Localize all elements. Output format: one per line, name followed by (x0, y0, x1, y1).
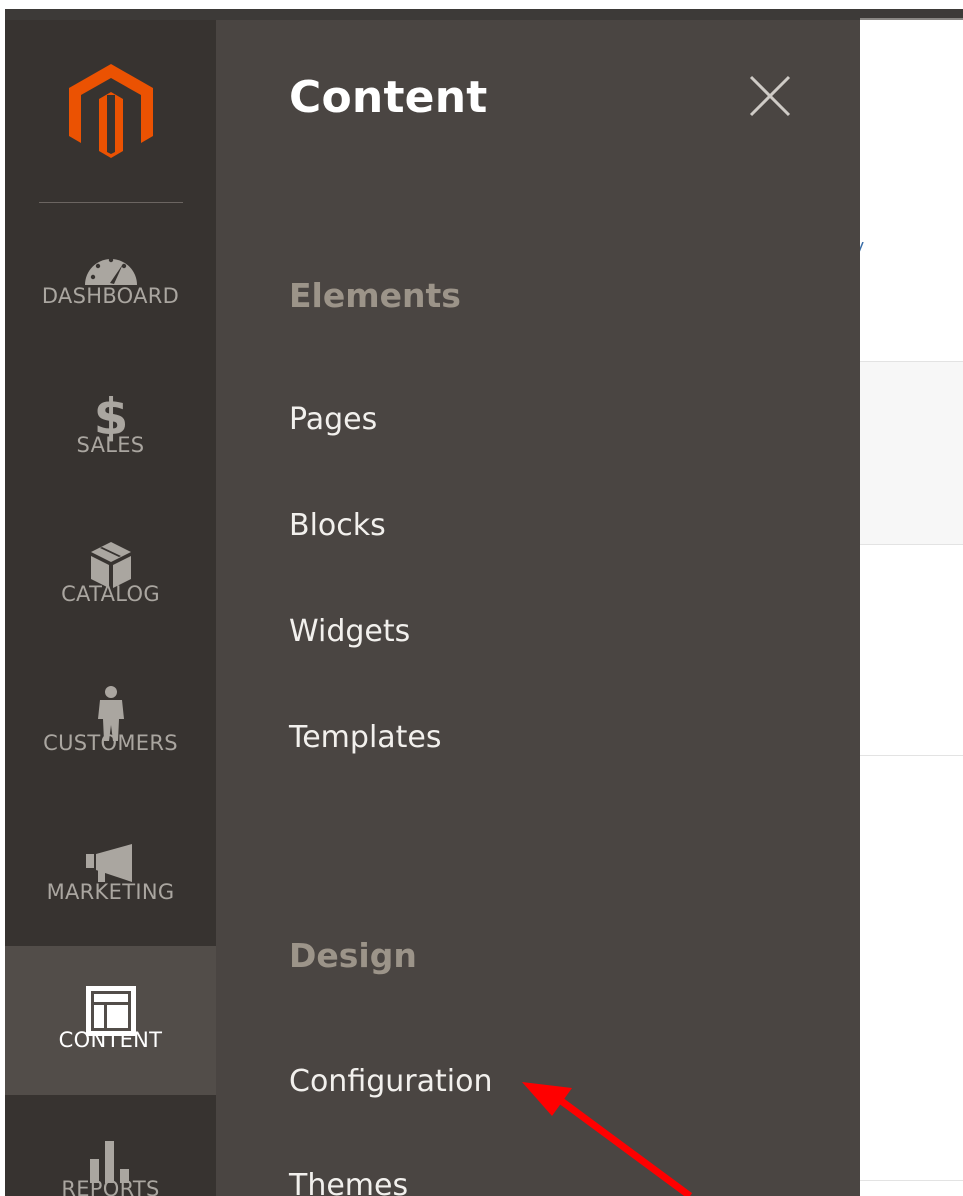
nav-item-catalog[interactable]: CATALOG (5, 500, 216, 649)
nav-label: SALES (76, 433, 145, 457)
background-divider (860, 755, 963, 756)
menu-link-widgets[interactable]: Widgets (289, 614, 410, 649)
menu-link-pages[interactable]: Pages (289, 402, 377, 437)
menu-link-blocks[interactable]: Blocks (289, 508, 386, 543)
section-title-design: Design (289, 936, 417, 975)
background-divider (860, 1180, 963, 1181)
flyout-title: Content (289, 72, 488, 123)
nav-label: MARKETING (46, 880, 175, 904)
nav-label: CUSTOMERS (43, 731, 178, 755)
background-page (858, 20, 963, 1196)
nav-label: REPORTS (61, 1177, 160, 1196)
section-title-elements: Elements (289, 276, 461, 315)
menu-link-templates[interactable]: Templates (289, 720, 442, 755)
admin-screen: DASHBOARD $ SALES CATALOG CUSTOMERS MARK… (0, 0, 963, 1196)
nav-item-reports[interactable]: REPORTS (5, 1095, 216, 1196)
nav-item-dashboard[interactable]: DASHBOARD (5, 202, 216, 351)
nav-label: DASHBOARD (41, 284, 180, 308)
menu-link-configuration[interactable]: Configuration (289, 1064, 492, 1099)
nav-item-content[interactable]: CONTENT (5, 946, 216, 1095)
close-icon[interactable] (746, 72, 796, 122)
nav-item-sales[interactable]: $ SALES (5, 351, 216, 500)
nav-label: CONTENT (58, 1028, 163, 1052)
content-flyout-menu: Content Elements Pages Blocks Widgets Te… (216, 20, 860, 1196)
nav-item-customers[interactable]: CUSTOMERS (5, 649, 216, 798)
nav-label: CATALOG (61, 582, 160, 606)
menu-link-themes[interactable]: Themes (289, 1168, 408, 1196)
admin-sidebar: DASHBOARD $ SALES CATALOG CUSTOMERS MARK… (5, 20, 216, 1196)
magento-logo-icon[interactable] (67, 62, 155, 160)
top-bar (5, 9, 963, 20)
background-panel (860, 361, 963, 545)
nav-item-marketing[interactable]: MARKETING (5, 798, 216, 947)
top-margin (0, 0, 963, 9)
